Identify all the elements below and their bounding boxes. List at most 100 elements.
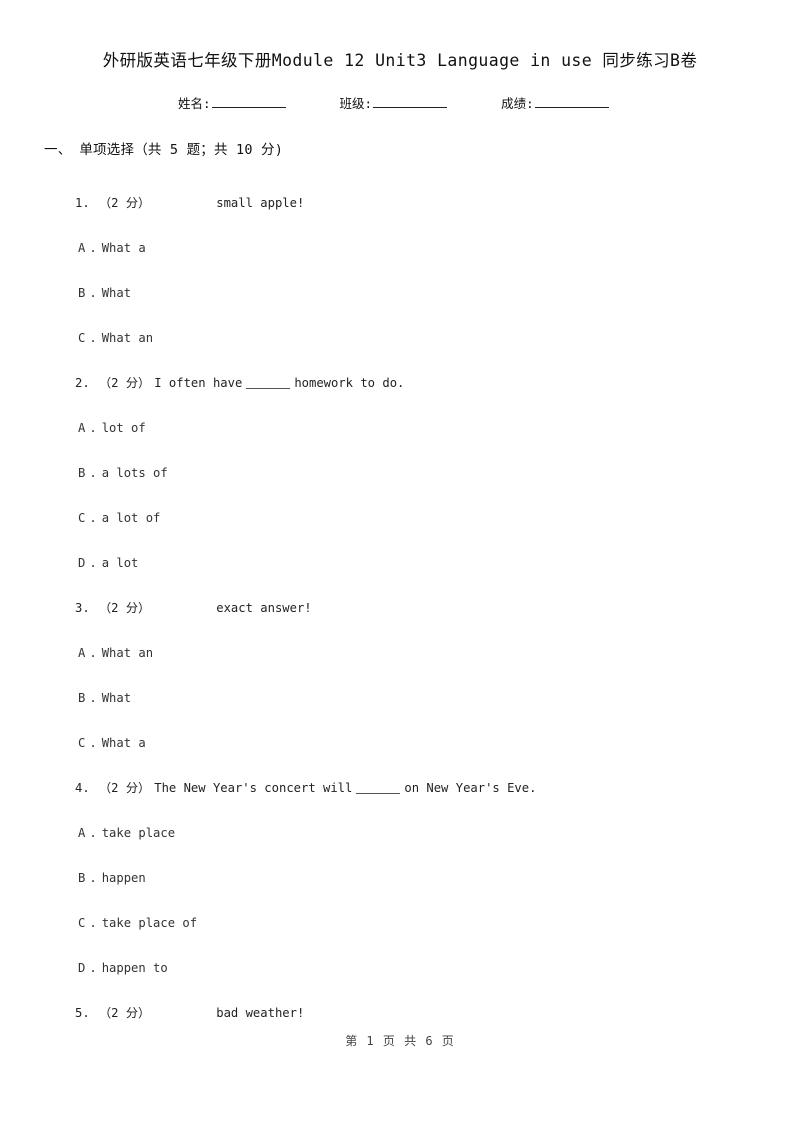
question-text-after-blank: homework to do.: [294, 375, 405, 390]
question-score: （2 分）: [99, 375, 151, 390]
option-text: take place: [101, 825, 176, 840]
option-separator: .: [89, 420, 97, 435]
question-text-before-blank: I often have: [154, 375, 243, 390]
option-separator: .: [89, 330, 97, 345]
question-stem: 5. （2 分） bad weather!: [0, 990, 800, 1035]
question-text-before-blank: The New Year's concert will: [154, 780, 353, 795]
option-separator: .: [89, 645, 97, 660]
section-heading-1: 一、 单项选择（共 5 题；共 10 分): [0, 138, 800, 158]
option-c[interactable]: C. a lot of: [0, 495, 800, 540]
option-separator: .: [89, 690, 97, 705]
student-score-blank[interactable]: [534, 95, 609, 109]
question-text-after-blank: exact answer!: [216, 600, 312, 615]
option-letter: A: [78, 645, 86, 660]
option-separator: .: [89, 240, 97, 255]
question-block: 4. （2 分） The New Year's concert will on New…: [0, 765, 800, 990]
question-score: （2 分）: [99, 600, 151, 615]
option-letter: B: [78, 465, 86, 480]
question-score: （2 分）: [99, 195, 151, 210]
option-b[interactable]: B. a lots of: [0, 450, 800, 495]
option-c[interactable]: C. What an: [0, 315, 800, 360]
section-title: 单项选择（共 5 题；共 10 分): [79, 142, 284, 159]
option-b[interactable]: B. happen: [0, 855, 800, 900]
student-class-label: 班级:: [339, 96, 373, 112]
option-letter: A: [78, 825, 86, 840]
option-letter: D: [78, 555, 86, 570]
question-stem: 4. （2 分） The New Year's concert will on New…: [0, 765, 800, 810]
option-separator: .: [89, 555, 97, 570]
option-letter: C: [78, 735, 86, 750]
option-text: lot of: [101, 420, 146, 435]
option-separator: .: [89, 825, 97, 840]
option-separator: .: [89, 735, 97, 750]
option-letter: D: [78, 960, 86, 975]
question-list: 1. （2 分） small apple! A. What a B. What C. What …: [0, 180, 800, 1035]
student-score-label: 成绩:: [501, 96, 534, 112]
option-text: happen to: [101, 960, 168, 975]
option-d[interactable]: D. happen to: [0, 945, 800, 990]
option-b[interactable]: B. What: [0, 270, 800, 315]
option-text: What an: [101, 330, 154, 345]
question-stem: 3. （2 分） exact answer!: [0, 585, 800, 630]
question-text-after-blank: bad weather!: [216, 1005, 305, 1020]
question-stem: 2. （2 分） I often have homework to do.: [0, 360, 800, 405]
question-block: 5. （2 分） bad weather!: [0, 990, 800, 1035]
option-text: take place of: [101, 915, 198, 930]
answer-blank[interactable]: [356, 782, 401, 794]
question-number: 5.: [75, 1005, 90, 1020]
section-number: 一、: [44, 142, 72, 159]
question-block: 1. （2 分） small apple! A. What a B. What C. What …: [0, 180, 800, 360]
page-footer: 第 1 页 共 6 页: [345, 1034, 455, 1048]
student-class-field[interactable]: 班级:: [340, 93, 448, 112]
option-text: What an: [101, 645, 154, 660]
option-text: What a: [101, 240, 146, 255]
option-text: a lots of: [101, 465, 168, 480]
option-a[interactable]: A. take place: [0, 810, 800, 855]
option-letter: B: [78, 690, 86, 705]
student-name-blank[interactable]: [211, 95, 286, 109]
question-number: 4.: [75, 780, 90, 795]
option-a[interactable]: A. What an: [0, 630, 800, 675]
option-separator: .: [89, 870, 97, 885]
student-class-blank[interactable]: [373, 95, 448, 109]
question-block: 3. （2 分） exact answer! A. What an B. What C. Wha…: [0, 585, 800, 765]
option-c[interactable]: C. What a: [0, 720, 800, 765]
question-stem: 1. （2 分） small apple!: [0, 180, 800, 225]
option-letter: B: [78, 285, 86, 300]
question-score: （2 分）: [99, 1005, 151, 1020]
question-text-after-blank: small apple!: [216, 195, 305, 210]
page-title: 外研版英语七年级下册Module 12 Unit3 Language in us…: [102, 51, 698, 70]
option-a[interactable]: A. What a: [0, 225, 800, 270]
option-text: happen: [101, 870, 146, 885]
option-separator: .: [89, 960, 97, 975]
option-separator: .: [89, 510, 97, 525]
student-name-field[interactable]: 姓名:: [178, 93, 286, 112]
option-letter: C: [78, 330, 86, 345]
option-c[interactable]: C. take place of: [0, 900, 800, 945]
question-number: 3.: [75, 600, 90, 615]
option-text: What a: [101, 735, 146, 750]
option-text: What: [101, 690, 132, 705]
option-separator: .: [89, 915, 97, 930]
option-letter: A: [78, 240, 86, 255]
student-info-row: 姓名: 班级: 成绩:: [0, 93, 800, 112]
option-b[interactable]: B. What: [0, 675, 800, 720]
option-a[interactable]: A. lot of: [0, 405, 800, 450]
student-score-field[interactable]: 成绩:: [501, 93, 609, 112]
question-score: （2 分）: [99, 780, 151, 795]
question-number: 1.: [75, 195, 90, 210]
question-number: 2.: [75, 375, 90, 390]
option-separator: .: [89, 465, 97, 480]
option-letter: C: [78, 915, 86, 930]
question-text-after-blank: on New Year's Eve.: [404, 780, 537, 795]
option-text: a lot of: [101, 510, 161, 525]
option-letter: C: [78, 510, 86, 525]
option-letter: B: [78, 870, 86, 885]
option-text: a lot: [101, 555, 139, 570]
answer-blank[interactable]: [246, 377, 291, 389]
option-letter: A: [78, 420, 86, 435]
option-separator: .: [89, 285, 97, 300]
student-name-label: 姓名:: [178, 96, 211, 112]
option-d[interactable]: D. a lot: [0, 540, 800, 585]
document-page: 外研版英语七年级下册Module 12 Unit3 Language in us…: [0, 0, 800, 1132]
